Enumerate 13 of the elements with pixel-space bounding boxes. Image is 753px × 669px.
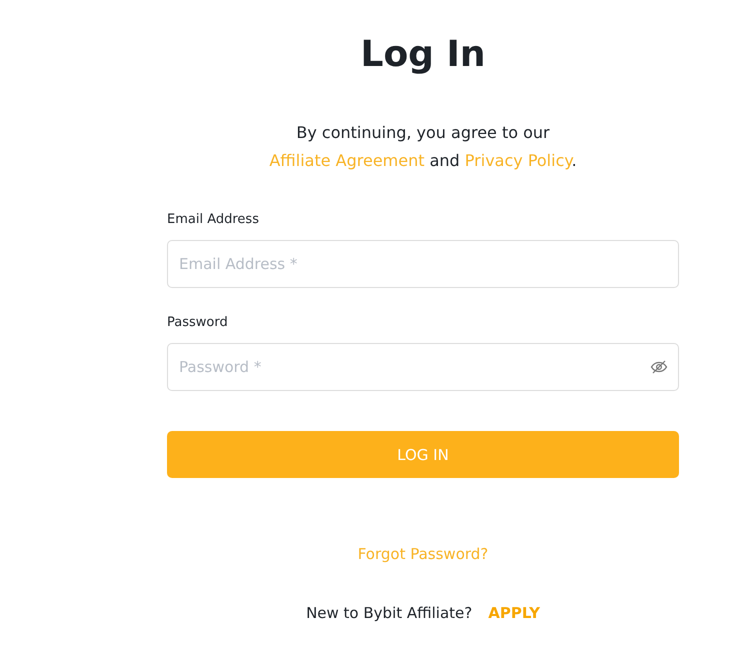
forgot-password-link[interactable]: Forgot Password?	[358, 545, 488, 563]
signup-prompt: New to Bybit Affiliate?	[306, 604, 472, 622]
eye-hidden-icon[interactable]	[650, 358, 668, 376]
field-label: Email Address	[167, 211, 259, 229]
email-field[interactable]: Email Address *	[167, 240, 679, 288]
login-button[interactable]: LOG IN	[167, 431, 679, 478]
apply-link[interactable]: APPLY	[488, 604, 540, 622]
password-field[interactable]: Password *	[167, 343, 679, 391]
privacy-link[interactable]: Privacy Policy	[464, 151, 572, 170]
page-title: Log In	[360, 33, 486, 77]
agreement-link[interactable]: Affiliate Agreement	[269, 151, 425, 170]
agreement-text: By continuing, you agree to our Affiliate Agreement and Privacy Policy.	[269, 122, 577, 172]
field-label: Password	[167, 314, 228, 332]
